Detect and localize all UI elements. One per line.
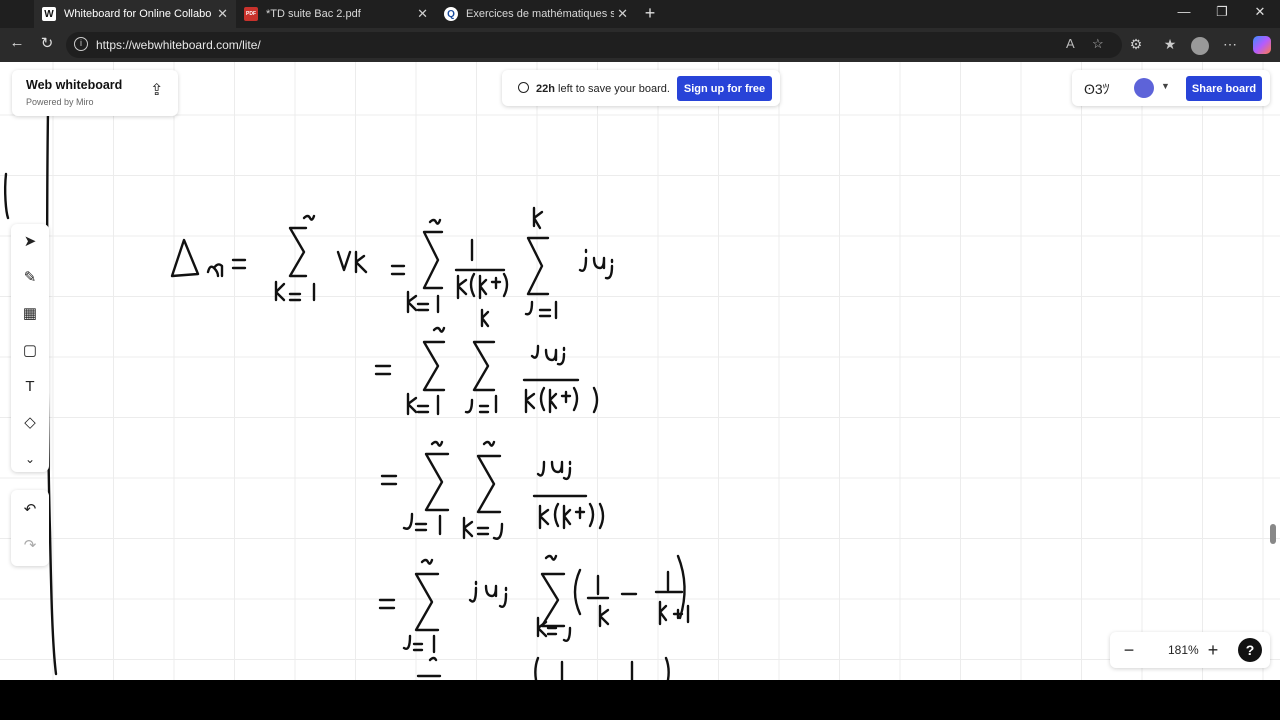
drawing-toolbar: ➤ ✎ ▦ ▢ T ◇ ⌄ bbox=[11, 224, 49, 472]
vertical-scrollbar[interactable] bbox=[1270, 524, 1276, 544]
read-aloud-icon[interactable]: A bbox=[1066, 36, 1075, 51]
brand-panel: Web whiteboard Powered by Miro ⇪ bbox=[12, 70, 178, 116]
url-text: https://webwhiteboard.com/lite/ bbox=[96, 38, 261, 52]
tab-strip: W Whiteboard for Online Collaboration ✕ … bbox=[0, 0, 1280, 28]
tab-title: *TD suite Bac 2.pdf bbox=[266, 8, 361, 20]
reload-icon[interactable]: ↻ bbox=[36, 34, 58, 52]
text-icon[interactable]: T bbox=[20, 377, 40, 397]
browser-window: W Whiteboard for Online Collaboration ✕ … bbox=[0, 0, 1280, 680]
redo-icon[interactable]: ↷ bbox=[20, 536, 40, 556]
undo-icon[interactable]: ↶ bbox=[20, 500, 40, 520]
close-window-icon[interactable]: ✕ bbox=[1250, 4, 1270, 20]
profile-avatar-icon[interactable] bbox=[1191, 37, 1209, 55]
favorite-star-icon[interactable]: ☆ bbox=[1092, 36, 1104, 52]
sticky-note-icon[interactable]: ▢ bbox=[20, 341, 40, 361]
save-message: left to save your board. bbox=[558, 83, 670, 95]
zoom-out-button[interactable]: − bbox=[1118, 639, 1140, 661]
sign-up-button[interactable]: Sign up for free bbox=[677, 76, 772, 101]
more-menu-icon[interactable]: ⋯ bbox=[1220, 36, 1240, 53]
url-field[interactable]: i https://webwhiteboard.com/lite/ A ☆ bbox=[66, 32, 1122, 58]
handwritten-math-drawing bbox=[3, 108, 690, 680]
tab-pdf[interactable]: PDF *TD suite Bac 2.pdf ✕ bbox=[236, 0, 436, 28]
zoom-controls: − 181% + ? bbox=[1110, 632, 1270, 668]
new-tab-icon[interactable]: + bbox=[640, 3, 660, 24]
restore-icon[interactable]: ❐ bbox=[1212, 4, 1232, 20]
favorites-icon[interactable]: ★ bbox=[1160, 36, 1180, 53]
powered-by-label: Powered by Miro bbox=[26, 97, 94, 107]
share-panel: ʘ3ﾂ ▼ Share board bbox=[1072, 70, 1270, 106]
save-reminder-text: 22h left to save your board. bbox=[536, 83, 670, 95]
select-cursor-icon[interactable]: ➤ bbox=[20, 232, 40, 252]
minimize-icon[interactable]: — bbox=[1174, 4, 1194, 19]
save-hours: 22h bbox=[536, 83, 555, 95]
whiteboard-canvas[interactable]: Web whiteboard Powered by Miro ⇪ 22h lef… bbox=[0, 62, 1280, 680]
reactions-icon[interactable]: ʘ3ﾂ bbox=[1084, 79, 1110, 99]
frame-icon[interactable]: ▦ bbox=[20, 304, 40, 324]
address-bar: ← ↻ i https://webwhiteboard.com/lite/ A … bbox=[0, 28, 1280, 62]
zoom-level: 181% bbox=[1168, 643, 1199, 657]
back-icon[interactable]: ← bbox=[6, 34, 28, 51]
save-reminder-bar: 22h left to save your board. Sign up for… bbox=[502, 70, 780, 106]
chevron-down-icon[interactable]: ▼ bbox=[1161, 81, 1170, 91]
tab-title: Whiteboard for Online Collaboration bbox=[64, 8, 212, 20]
clock-icon bbox=[518, 82, 529, 93]
help-button[interactable]: ? bbox=[1238, 638, 1262, 662]
extensions-icon[interactable]: ⚙ bbox=[1126, 36, 1146, 53]
close-tab-icon[interactable]: ✕ bbox=[417, 6, 428, 22]
copilot-icon[interactable] bbox=[1253, 36, 1271, 54]
pen-icon[interactable]: ✎ bbox=[20, 268, 40, 288]
user-avatar-icon[interactable] bbox=[1134, 78, 1154, 98]
pdf-favicon-icon: PDF bbox=[244, 7, 258, 21]
shapes-icon[interactable]: ◇ bbox=[20, 413, 40, 433]
tab-title: Exercices de mathématiques supérieures bbox=[466, 8, 614, 20]
more-tools-icon[interactable]: ⌄ bbox=[20, 449, 40, 469]
whiteboard-favicon-icon: W bbox=[42, 7, 56, 21]
site-info-icon[interactable]: i bbox=[74, 37, 88, 51]
search-favicon-icon: Q bbox=[444, 7, 458, 21]
history-toolbar: ↶ ↷ bbox=[11, 490, 49, 566]
tab-whiteboard[interactable]: W Whiteboard for Online Collaboration ✕ bbox=[34, 0, 236, 28]
zoom-in-button[interactable]: + bbox=[1202, 639, 1224, 661]
close-tab-icon[interactable]: ✕ bbox=[217, 6, 228, 22]
close-tab-icon[interactable]: ✕ bbox=[617, 6, 628, 22]
brand-name: Web whiteboard bbox=[26, 78, 123, 92]
export-upload-icon[interactable]: ⇪ bbox=[150, 80, 163, 100]
tab-exercices[interactable]: Q Exercices de mathématiques supérieures… bbox=[436, 0, 636, 28]
share-board-button[interactable]: Share board bbox=[1186, 76, 1262, 101]
